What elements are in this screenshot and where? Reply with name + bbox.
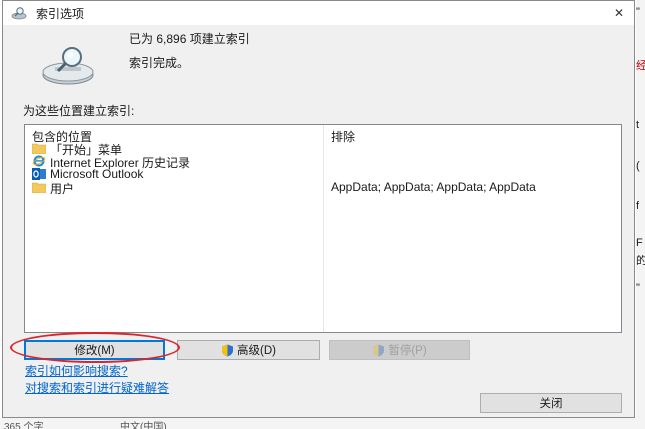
title-bar[interactable]: 索引选项 ✕ — [3, 1, 634, 25]
indexing-options-dialog: 索引选项 ✕ 已为 6,896 项建立索引 索引完成。 为这些位置建立索引: 包… — [2, 0, 635, 418]
background-text: 经 — [636, 60, 645, 72]
window-title: 索引选项 — [36, 7, 85, 21]
language-indicator: 中文(中国) — [120, 422, 167, 429]
advanced-button[interactable]: 高级(D) — [177, 340, 320, 360]
folder-icon — [32, 182, 46, 193]
uac-shield-icon — [222, 344, 234, 356]
indexing-magnifier-icon — [42, 47, 94, 85]
location-exclusions: AppData; AppData; AppData; AppData — [331, 180, 536, 194]
uac-shield-icon — [373, 344, 385, 356]
locations-section-label: 为这些位置建立索引: — [23, 104, 135, 118]
close-icon: ✕ — [613, 6, 625, 20]
background-text: F — [636, 237, 643, 249]
close-window-button[interactable]: ✕ — [604, 1, 634, 25]
background-text: ( — [636, 160, 640, 172]
folder-icon — [32, 143, 46, 154]
close-button-label: 关闭 — [539, 398, 563, 410]
internet-explorer-icon — [32, 155, 46, 167]
pause-button-label: 暂停(P) — [388, 345, 427, 357]
advanced-button-label: 高级(D) — [237, 345, 276, 357]
word-count: 365 个字 — [4, 422, 44, 429]
outlook-icon — [32, 168, 46, 180]
background-text: " — [636, 6, 640, 18]
background-text: 的 — [636, 255, 645, 267]
indexed-item-count: 已为 6,896 项建立索引 — [129, 32, 250, 46]
troubleshoot-search-link[interactable]: 对搜索和索引进行疑难解答 — [25, 379, 169, 396]
background-text: f — [636, 200, 640, 212]
how-index-affects-search-link[interactable]: 索引如何影响搜索? — [25, 362, 128, 379]
background-text: t — [636, 119, 640, 131]
location-row[interactable]: 用户 AppData; AppData; AppData; AppData — [25, 180, 621, 196]
indexing-options-icon — [11, 7, 27, 20]
pause-button[interactable]: 暂停(P) — [329, 340, 470, 360]
location-name: Microsoft Outlook — [50, 167, 144, 181]
close-button[interactable]: 关闭 — [480, 393, 622, 413]
modify-button[interactable]: 修改(M) — [24, 340, 165, 360]
location-name: 用户 — [50, 182, 75, 196]
background-status-bar: 365 个字 中文(中国) — [0, 418, 645, 429]
indexing-status: 索引完成。 — [129, 56, 190, 70]
indexed-locations-list[interactable]: 包含的位置 排除 「开始」菜单 Internet Explorer 历史记录 M… — [24, 124, 622, 333]
background-text: " — [636, 282, 640, 294]
modify-button-label: 修改(M) — [74, 345, 115, 357]
